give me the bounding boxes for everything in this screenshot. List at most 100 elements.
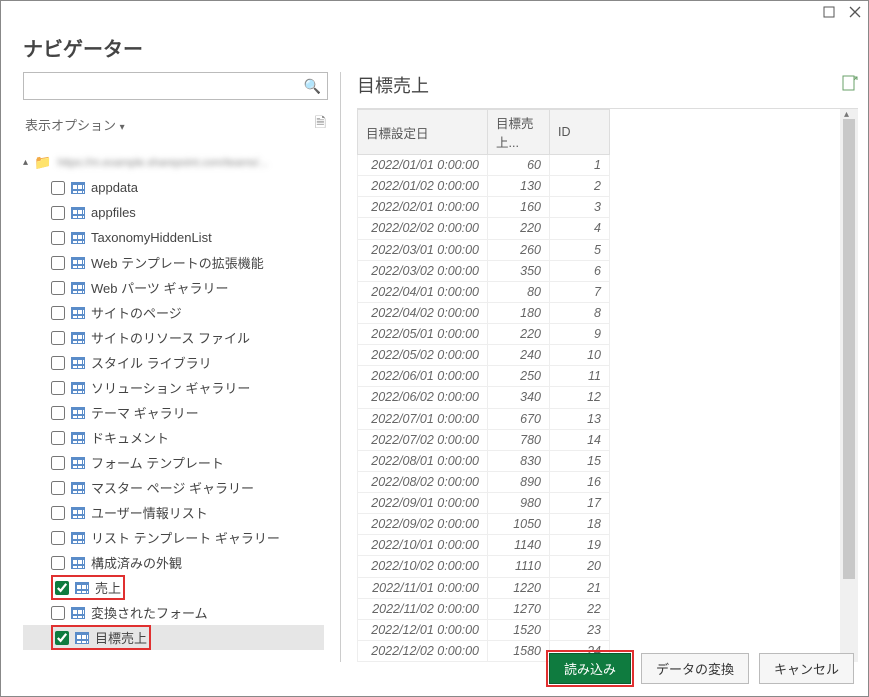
table-row[interactable]: 2022/05/01 0:00:002209 bbox=[358, 324, 610, 345]
table-row[interactable]: 2022/07/02 0:00:0078014 bbox=[358, 429, 610, 450]
table-icon bbox=[71, 382, 85, 394]
table-row[interactable]: 2022/11/01 0:00:00122021 bbox=[358, 577, 610, 598]
cell-value: 1580 bbox=[488, 640, 550, 661]
vertical-scrollbar[interactable]: ▴ ▾ bbox=[840, 109, 858, 662]
search-input[interactable] bbox=[30, 79, 304, 94]
cell-id: 18 bbox=[550, 514, 610, 535]
tree-item[interactable]: 変換されたフォーム bbox=[23, 600, 324, 625]
tree-item-checkbox[interactable] bbox=[51, 556, 65, 570]
tree-item-label: Web テンプレートの拡張機能 bbox=[91, 253, 264, 272]
cell-date: 2022/11/02 0:00:00 bbox=[358, 598, 488, 619]
tree-item[interactable]: appdata bbox=[23, 175, 324, 200]
scrollbar-thumb[interactable] bbox=[843, 119, 855, 579]
window-maximize-button[interactable] bbox=[822, 5, 836, 19]
tree-item-checkbox[interactable] bbox=[51, 231, 65, 245]
cell-value: 980 bbox=[488, 493, 550, 514]
tree-item-checkbox[interactable] bbox=[51, 406, 65, 420]
window-close-button[interactable] bbox=[848, 5, 862, 19]
tree-item-checkbox[interactable] bbox=[51, 281, 65, 295]
cell-value: 240 bbox=[488, 345, 550, 366]
cell-id: 23 bbox=[550, 619, 610, 640]
cell-id: 10 bbox=[550, 345, 610, 366]
table-row[interactable]: 2022/08/01 0:00:0083015 bbox=[358, 450, 610, 471]
tree-item-checkbox[interactable] bbox=[51, 331, 65, 345]
transform-button[interactable]: データの変換 bbox=[641, 653, 749, 684]
tree-item[interactable]: ドキュメント bbox=[23, 425, 324, 450]
tree-item-checkbox[interactable] bbox=[51, 256, 65, 270]
tree-item[interactable]: ユーザー情報リスト bbox=[23, 500, 324, 525]
tree-item-checkbox[interactable] bbox=[51, 531, 65, 545]
tree-item-checkbox[interactable] bbox=[51, 306, 65, 320]
tree-item[interactable]: TaxonomyHiddenList bbox=[23, 225, 324, 250]
tree-item-checkbox[interactable] bbox=[51, 456, 65, 470]
cell-id: 17 bbox=[550, 493, 610, 514]
tree-item-checkbox[interactable] bbox=[51, 606, 65, 620]
tree-item-checkbox[interactable] bbox=[51, 506, 65, 520]
display-options-dropdown[interactable]: 表示オプション ▾ 🗎 bbox=[23, 106, 328, 142]
table-icon bbox=[71, 482, 85, 494]
tree-item[interactable]: Web テンプレートの拡張機能 bbox=[23, 250, 324, 275]
tree-item-checkbox[interactable] bbox=[51, 431, 65, 445]
refresh-icon[interactable] bbox=[842, 75, 858, 96]
table-row[interactable]: 2022/08/02 0:00:0089016 bbox=[358, 471, 610, 492]
table-row[interactable]: 2022/01/02 0:00:001302 bbox=[358, 176, 610, 197]
tree-item-checkbox[interactable] bbox=[51, 481, 65, 495]
column-header-date[interactable]: 目標設定日 bbox=[358, 110, 488, 155]
column-header-id[interactable]: ID bbox=[550, 110, 610, 155]
table-row[interactable]: 2022/06/01 0:00:0025011 bbox=[358, 366, 610, 387]
tree-item-checkbox[interactable] bbox=[51, 381, 65, 395]
preview-table[interactable]: 目標設定日 目標売上... ID 2022/01/01 0:00:0060120… bbox=[357, 109, 610, 662]
tree-item[interactable]: ソリューション ギャラリー bbox=[23, 375, 324, 400]
cell-value: 830 bbox=[488, 450, 550, 471]
tree-item[interactable]: フォーム テンプレート bbox=[23, 450, 324, 475]
table-row[interactable]: 2022/02/01 0:00:001603 bbox=[358, 197, 610, 218]
tree-item[interactable]: テーマ ギャラリー bbox=[23, 400, 324, 425]
navigator-tree[interactable]: ▴ 📁 https://m.example.sharepoint.com/tea… bbox=[23, 142, 328, 662]
cell-date: 2022/09/01 0:00:00 bbox=[358, 493, 488, 514]
cell-value: 670 bbox=[488, 408, 550, 429]
tree-item-checkbox[interactable] bbox=[55, 581, 69, 595]
table-row[interactable]: 2022/07/01 0:00:0067013 bbox=[358, 408, 610, 429]
cell-value: 1050 bbox=[488, 514, 550, 535]
tree-item[interactable]: 目標売上 bbox=[23, 625, 324, 650]
tree-item[interactable]: appfiles bbox=[23, 200, 324, 225]
table-row[interactable]: 2022/09/02 0:00:00105018 bbox=[358, 514, 610, 535]
cancel-button[interactable]: キャンセル bbox=[759, 653, 854, 684]
table-row[interactable]: 2022/01/01 0:00:00601 bbox=[358, 155, 610, 176]
table-row[interactable]: 2022/06/02 0:00:0034012 bbox=[358, 387, 610, 408]
tree-item[interactable]: Web パーツ ギャラリー bbox=[23, 275, 324, 300]
table-row[interactable]: 2022/05/02 0:00:0024010 bbox=[358, 345, 610, 366]
document-icon[interactable]: 🗎 bbox=[315, 112, 326, 136]
tree-item[interactable]: サイトのリソース ファイル bbox=[23, 325, 324, 350]
tree-item[interactable]: サイトのページ bbox=[23, 300, 324, 325]
tree-item[interactable]: 構成済みの外観 bbox=[23, 550, 324, 575]
table-row[interactable]: 2022/10/02 0:00:00111020 bbox=[358, 556, 610, 577]
tree-item[interactable]: スタイル ライブラリ bbox=[23, 350, 324, 375]
table-row[interactable]: 2022/10/01 0:00:00114019 bbox=[358, 535, 610, 556]
collapse-icon[interactable]: ▴ bbox=[23, 157, 28, 168]
table-row[interactable]: 2022/11/02 0:00:00127022 bbox=[358, 598, 610, 619]
table-row[interactable]: 2022/02/02 0:00:002204 bbox=[358, 218, 610, 239]
table-row[interactable]: 2022/09/01 0:00:0098017 bbox=[358, 493, 610, 514]
table-row[interactable]: 2022/04/01 0:00:00807 bbox=[358, 281, 610, 302]
tree-item-checkbox[interactable] bbox=[51, 356, 65, 370]
cell-id: 3 bbox=[550, 197, 610, 218]
tree-item-checkbox[interactable] bbox=[51, 181, 65, 195]
search-box[interactable]: 🔍 bbox=[23, 72, 328, 100]
table-icon bbox=[71, 307, 85, 319]
table-icon bbox=[71, 432, 85, 444]
cell-date: 2022/12/01 0:00:00 bbox=[358, 619, 488, 640]
table-row[interactable]: 2022/03/01 0:00:002605 bbox=[358, 239, 610, 260]
table-row[interactable]: 2022/03/02 0:00:003506 bbox=[358, 260, 610, 281]
load-button[interactable]: 読み込み bbox=[549, 653, 631, 684]
tree-item-checkbox[interactable] bbox=[55, 631, 69, 645]
column-header-value[interactable]: 目標売上... bbox=[488, 110, 550, 155]
table-row[interactable]: 2022/12/01 0:00:00152023 bbox=[358, 619, 610, 640]
table-row[interactable]: 2022/04/02 0:00:001808 bbox=[358, 302, 610, 323]
cell-id: 15 bbox=[550, 450, 610, 471]
tree-item-checkbox[interactable] bbox=[51, 206, 65, 220]
tree-item[interactable]: リスト テンプレート ギャラリー bbox=[23, 525, 324, 550]
tree-item[interactable]: マスター ページ ギャラリー bbox=[23, 475, 324, 500]
tree-item[interactable]: 売上 bbox=[23, 575, 324, 600]
tree-root-node[interactable]: ▴ 📁 https://m.example.sharepoint.com/tea… bbox=[23, 150, 324, 175]
